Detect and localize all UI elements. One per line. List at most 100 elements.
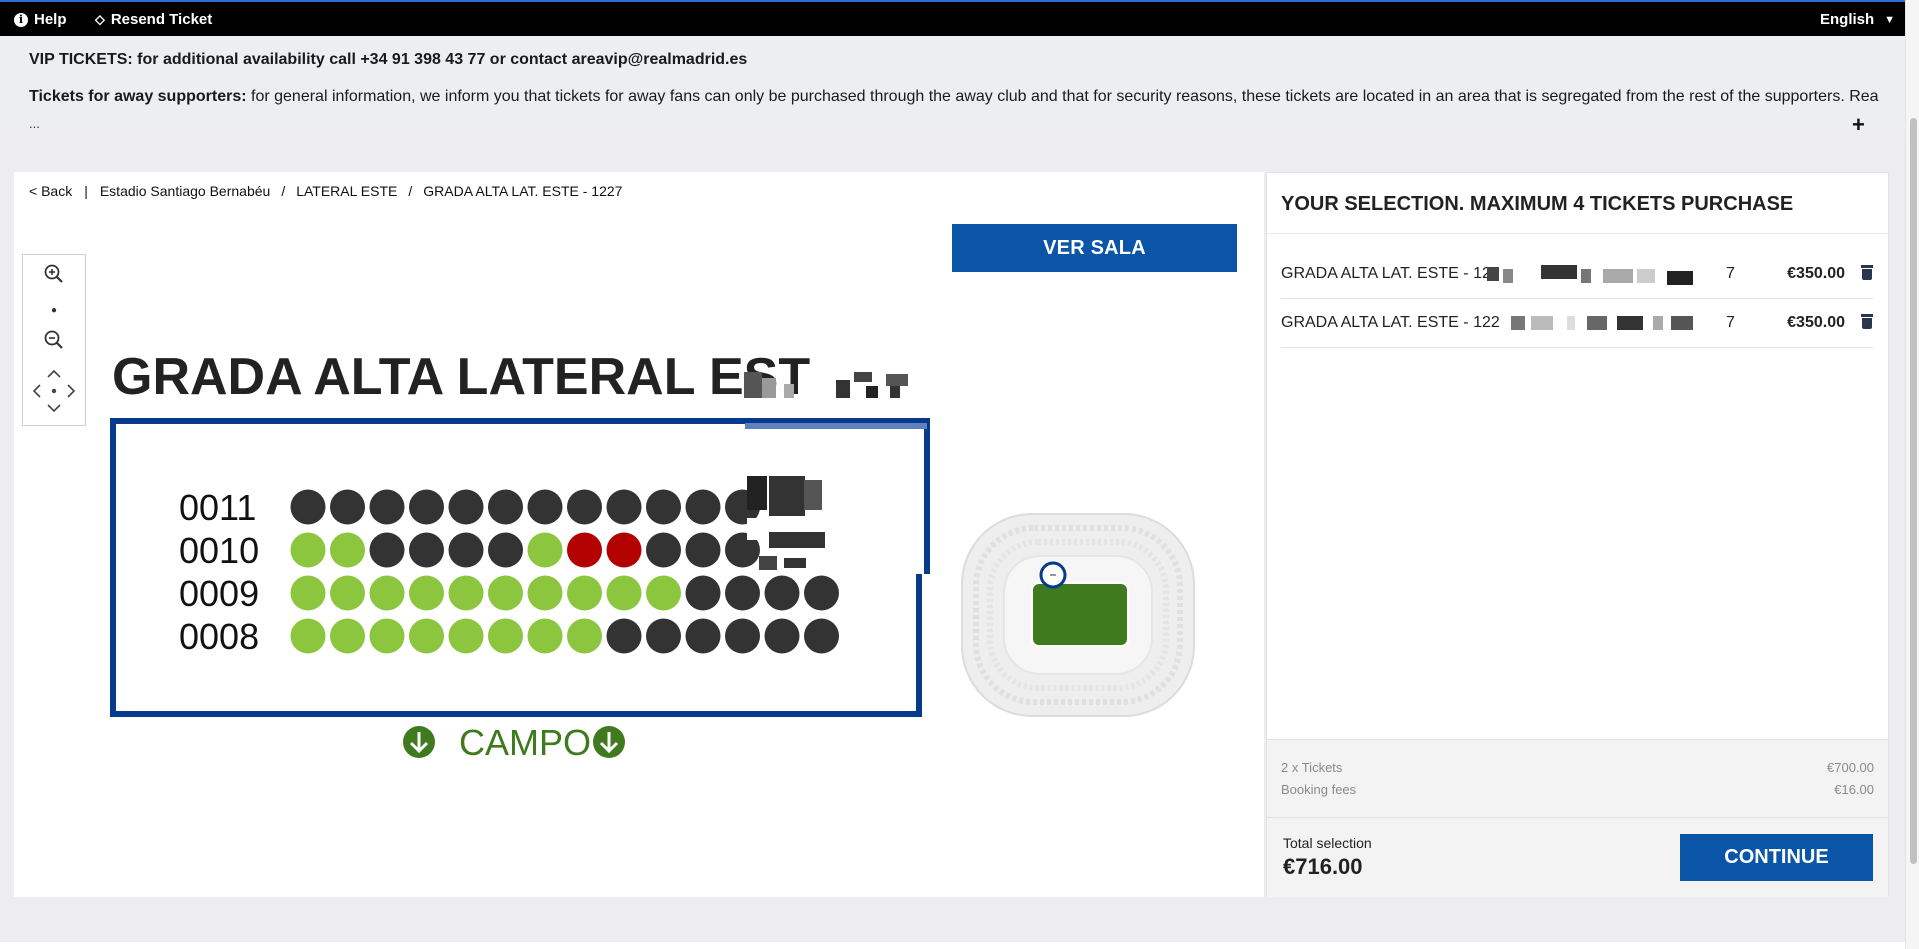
seat-available[interactable] (567, 618, 602, 654)
seat-map-panel: < Back | Estadio Santiago Bernabéu / LAT… (14, 172, 1264, 897)
seat-rows: 0011001000090008 (179, 487, 839, 657)
seat-available[interactable] (409, 618, 444, 654)
info-banner: VIP TICKETS: for additional availability… (0, 36, 1905, 139)
seat-occupied (369, 489, 405, 525)
ticket-price: €350.00 (1787, 265, 1845, 282)
field-label: CAMPO (459, 722, 591, 763)
ticket-name: GRADA ALTA LAT. ESTE - 122 (1281, 314, 1500, 331)
seat-map-canvas: GRADA ALTA LATERAL EST 0011001000090008 (110, 348, 1195, 763)
language-selector[interactable]: English ▼ (1820, 11, 1895, 28)
seat-occupied (646, 532, 681, 568)
seat-occupied (764, 575, 800, 611)
away-notice-text: for general information, we inform you t… (246, 88, 1879, 105)
seat-occupied (685, 618, 721, 654)
seat-occupied (409, 489, 444, 525)
ticket-row: GRADA ALTA LAT. ESTE - 122 7 €350.00 (1281, 299, 1873, 348)
help-label: Help (34, 11, 67, 28)
seat-occupied (448, 489, 484, 525)
seat-available[interactable] (567, 575, 602, 611)
seat-available[interactable] (606, 575, 642, 611)
section-border-highlight (745, 423, 927, 429)
seat-available[interactable] (330, 575, 365, 611)
field-indicator: CAMPO (403, 722, 625, 763)
scrollbar-thumb[interactable] (1910, 118, 1917, 864)
minimap-pitch (1031, 582, 1129, 647)
ticket-icon: ⬦ (95, 11, 105, 27)
seat-occupied (685, 489, 721, 525)
seat-available[interactable] (488, 618, 523, 654)
tickets-qty-value: €700.00 (1827, 760, 1874, 775)
seat-occupied (606, 489, 642, 525)
ticket-row: GRADA ALTA LAT. ESTE - 122 7 €350.00 (1281, 250, 1873, 299)
trash-icon[interactable] (1861, 265, 1873, 280)
seat-available[interactable] (488, 575, 523, 611)
seat-occupied (369, 532, 405, 568)
resend-ticket-link[interactable]: ⬦ Resend Ticket (95, 11, 212, 28)
vip-notice: VIP TICKETS: for additional availability… (29, 51, 748, 68)
info-icon: i (14, 12, 28, 27)
total-value: €716.00 (1283, 854, 1363, 879)
ticket-name-tail: 7 (1726, 265, 1735, 282)
seat-occupied (725, 575, 760, 611)
top-bar: i Help ⬦ Resend Ticket English ▼ (0, 0, 1905, 36)
seat-occupied (764, 618, 800, 654)
booking-fees-label: Booking fees (1281, 782, 1357, 797)
seat-occupied (409, 532, 444, 568)
seat-available[interactable] (527, 575, 563, 611)
row-label: 0009 (179, 573, 259, 614)
row-label: 0008 (179, 616, 259, 657)
seat-available[interactable] (448, 618, 484, 654)
seat-available[interactable] (527, 618, 563, 654)
seat-available[interactable] (527, 532, 563, 568)
seat-available[interactable] (330, 532, 365, 568)
divider (1267, 233, 1888, 234)
seat-available[interactable] (290, 532, 326, 568)
booking-fees-value: €16.00 (1834, 782, 1874, 797)
seat-occupied (804, 575, 839, 611)
total-bar: Total selection €716.00 CONTINUE (1267, 817, 1888, 897)
away-notice: Tickets for away supporters: for general… (29, 88, 1879, 110)
selection-title: YOUR SELECTION. MAXIMUM 4 TICKETS PURCHA… (1281, 193, 1794, 215)
seat-occupied (488, 489, 523, 525)
ticket-price: €350.00 (1787, 314, 1845, 331)
resend-ticket-label: Resend Ticket (110, 11, 213, 28)
seat-available[interactable] (369, 575, 405, 611)
help-link[interactable]: i Help (14, 11, 67, 28)
row-label: 0011 (179, 487, 256, 528)
seat-occupied (448, 532, 484, 568)
page-scrollbar[interactable] (1905, 0, 1919, 949)
ticket-name-tail: 7 (1726, 314, 1735, 331)
seat-occupied (646, 618, 681, 654)
seat-available[interactable] (448, 575, 484, 611)
seat-occupied (488, 532, 523, 568)
seat-occupied (606, 618, 642, 654)
expand-plus-icon[interactable]: + (1852, 112, 1865, 138)
caret-down-icon: ▼ (1884, 13, 1896, 26)
sector-title: GRADA ALTA LATERAL EST (112, 348, 810, 406)
continue-button[interactable]: CONTINUE (1680, 834, 1873, 881)
seat-occupied (330, 489, 365, 525)
selection-panel: YOUR SELECTION. MAXIMUM 4 TICKETS PURCHA… (1266, 172, 1889, 897)
seat-available[interactable] (330, 618, 365, 654)
seat-available[interactable] (646, 575, 681, 611)
seat-available[interactable] (409, 575, 444, 611)
seat-available[interactable] (369, 618, 405, 654)
seat-occupied (725, 618, 760, 654)
total-label: Total selection (1283, 835, 1372, 851)
seat-occupied (527, 489, 563, 525)
away-notice-title: Tickets for away supporters: (29, 88, 247, 105)
seat-available[interactable] (290, 575, 326, 611)
stadium-minimap[interactable] (961, 513, 1195, 717)
seat-occupied (290, 489, 326, 525)
seat-occupied (685, 575, 721, 611)
trash-icon[interactable] (1861, 314, 1873, 329)
seat-occupied (567, 489, 602, 525)
tickets-qty-label: 2 x Tickets (1281, 760, 1343, 775)
notice-ellipsis: ... (29, 116, 40, 131)
seat-selected[interactable] (606, 532, 642, 568)
ticket-name: GRADA ALTA LAT. ESTE - 122 (1281, 265, 1500, 282)
seat-occupied (646, 489, 681, 525)
seat-selected[interactable] (567, 532, 602, 568)
seat-available[interactable] (290, 618, 326, 654)
footer-strip (0, 942, 1905, 949)
